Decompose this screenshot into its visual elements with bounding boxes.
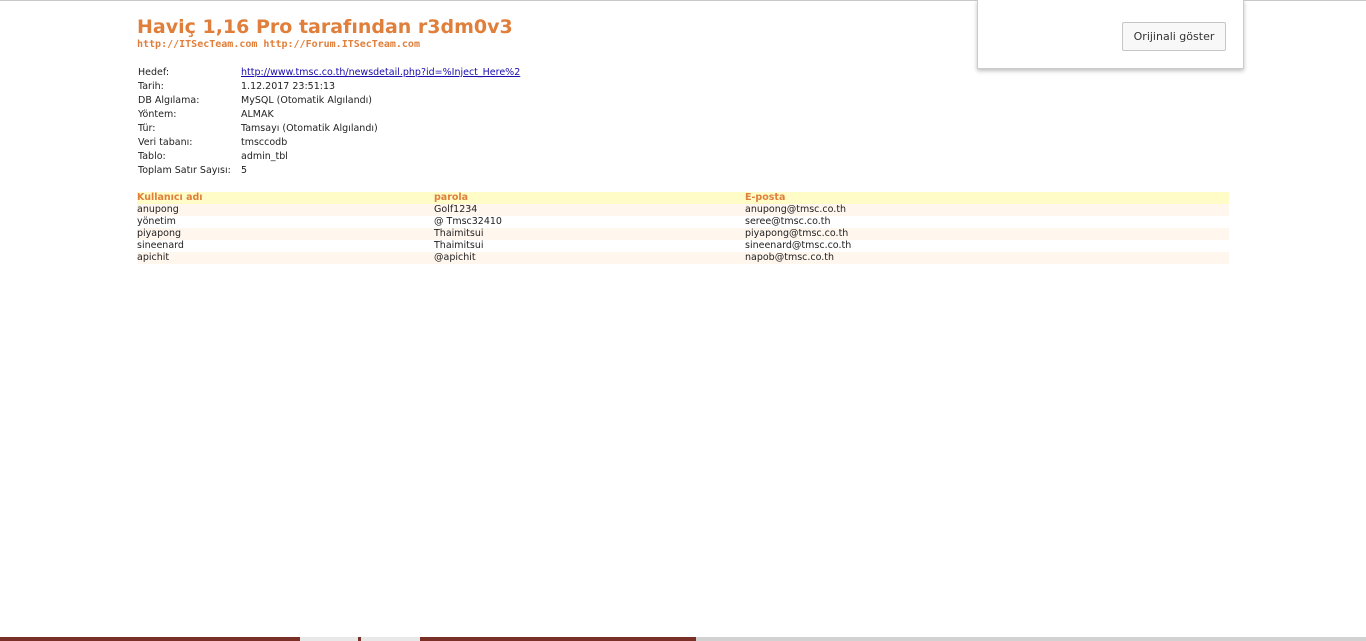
cell-password: Golf1234 [434, 204, 745, 216]
info-row-database: Veri tabanı: tmsccodb [138, 136, 520, 150]
info-key: Tür: [138, 123, 156, 134]
column-header-username: Kullanıcı adı [137, 192, 434, 204]
table-row: apichit @apichit napob@tmsc.co.th [137, 252, 1229, 264]
info-key: Tablo: [138, 151, 166, 162]
cell-password: Thaimitsui [434, 228, 745, 240]
dump-table: Kullanıcı adı parola E-posta anupong Gol… [137, 192, 1229, 264]
table-row: yönetim @ Tmsc32410 seree@tmsc.co.th [137, 216, 1229, 228]
cell-email: piyapong@tmsc.co.th [745, 228, 1229, 240]
info-row-table: Tablo: admin_tbl [138, 150, 520, 164]
cell-username: apichit [137, 252, 434, 264]
info-table: Hedef: http://www.tmsc.co.th/newsdetail.… [138, 66, 520, 178]
table-row: piyapong Thaimitsui piyapong@tmsc.co.th [137, 228, 1229, 240]
column-header-email: E-posta [745, 192, 1229, 204]
info-row-total-rows: Toplam Satır Sayısı: 5 [138, 164, 520, 178]
column-header-password: parola [434, 192, 745, 204]
info-value: http://www.tmsc.co.th/newsdetail.php?id=… [241, 66, 520, 80]
info-value: MySQL (Otomatik Algılandı) [241, 95, 372, 106]
cell-email: seree@tmsc.co.th [745, 216, 1229, 228]
info-value: 1.12.2017 23:51:13 [241, 81, 336, 92]
info-value: admin_tbl [241, 151, 288, 162]
table-header-row: Kullanıcı adı parola E-posta [137, 192, 1229, 204]
cell-password: @ Tmsc32410 [434, 216, 745, 228]
cell-username: anupong [137, 204, 434, 216]
cell-password: @apichit [434, 252, 745, 264]
info-key: Veri tabanı: [138, 137, 193, 148]
info-row-db-detection: DB Algılama: MySQL (Otomatik Algılandı) [138, 94, 520, 108]
info-key: Tarih: [138, 81, 164, 92]
info-key: DB Algılama: [138, 95, 200, 106]
info-key: Hedef: [138, 67, 170, 78]
cell-email: sineenard@tmsc.co.th [745, 240, 1229, 252]
table-row: sineenard Thaimitsui sineenard@tmsc.co.t… [137, 240, 1229, 252]
info-value: Tamsayı (Otomatik Algılandı) [241, 123, 378, 134]
translate-popup: Orijinali göster [977, 0, 1244, 69]
target-url-link[interactable]: http://www.tmsc.co.th/newsdetail.php?id=… [241, 67, 520, 78]
info-row-date: Tarih: 1.12.2017 23:51:13 [138, 80, 520, 94]
info-value: tmsccodb [241, 137, 288, 148]
info-row-type: Tür: Tamsayı (Otomatik Algılandı) [138, 122, 520, 136]
taskbar-button[interactable] [300, 637, 358, 641]
info-row-target: Hedef: http://www.tmsc.co.th/newsdetail.… [138, 66, 520, 80]
cell-username: piyapong [137, 228, 434, 240]
cell-email: anupong@tmsc.co.th [745, 204, 1229, 216]
show-original-button[interactable]: Orijinali göster [1122, 22, 1226, 51]
info-value: 5 [241, 165, 248, 176]
info-row-method: Yöntem: ALMAK [138, 108, 520, 122]
cell-username: sineenard [137, 240, 434, 252]
table-row: anupong Golf1234 anupong@tmsc.co.th [137, 204, 1229, 216]
taskbar [0, 637, 1366, 641]
taskbar-button[interactable] [361, 637, 420, 641]
cell-password: Thaimitsui [434, 240, 745, 252]
info-key: Toplam Satır Sayısı: [138, 165, 231, 176]
cell-email: napob@tmsc.co.th [745, 252, 1229, 264]
info-value: ALMAK [241, 109, 274, 120]
cell-username: yönetim [137, 216, 434, 228]
info-key: Yöntem: [138, 109, 177, 120]
